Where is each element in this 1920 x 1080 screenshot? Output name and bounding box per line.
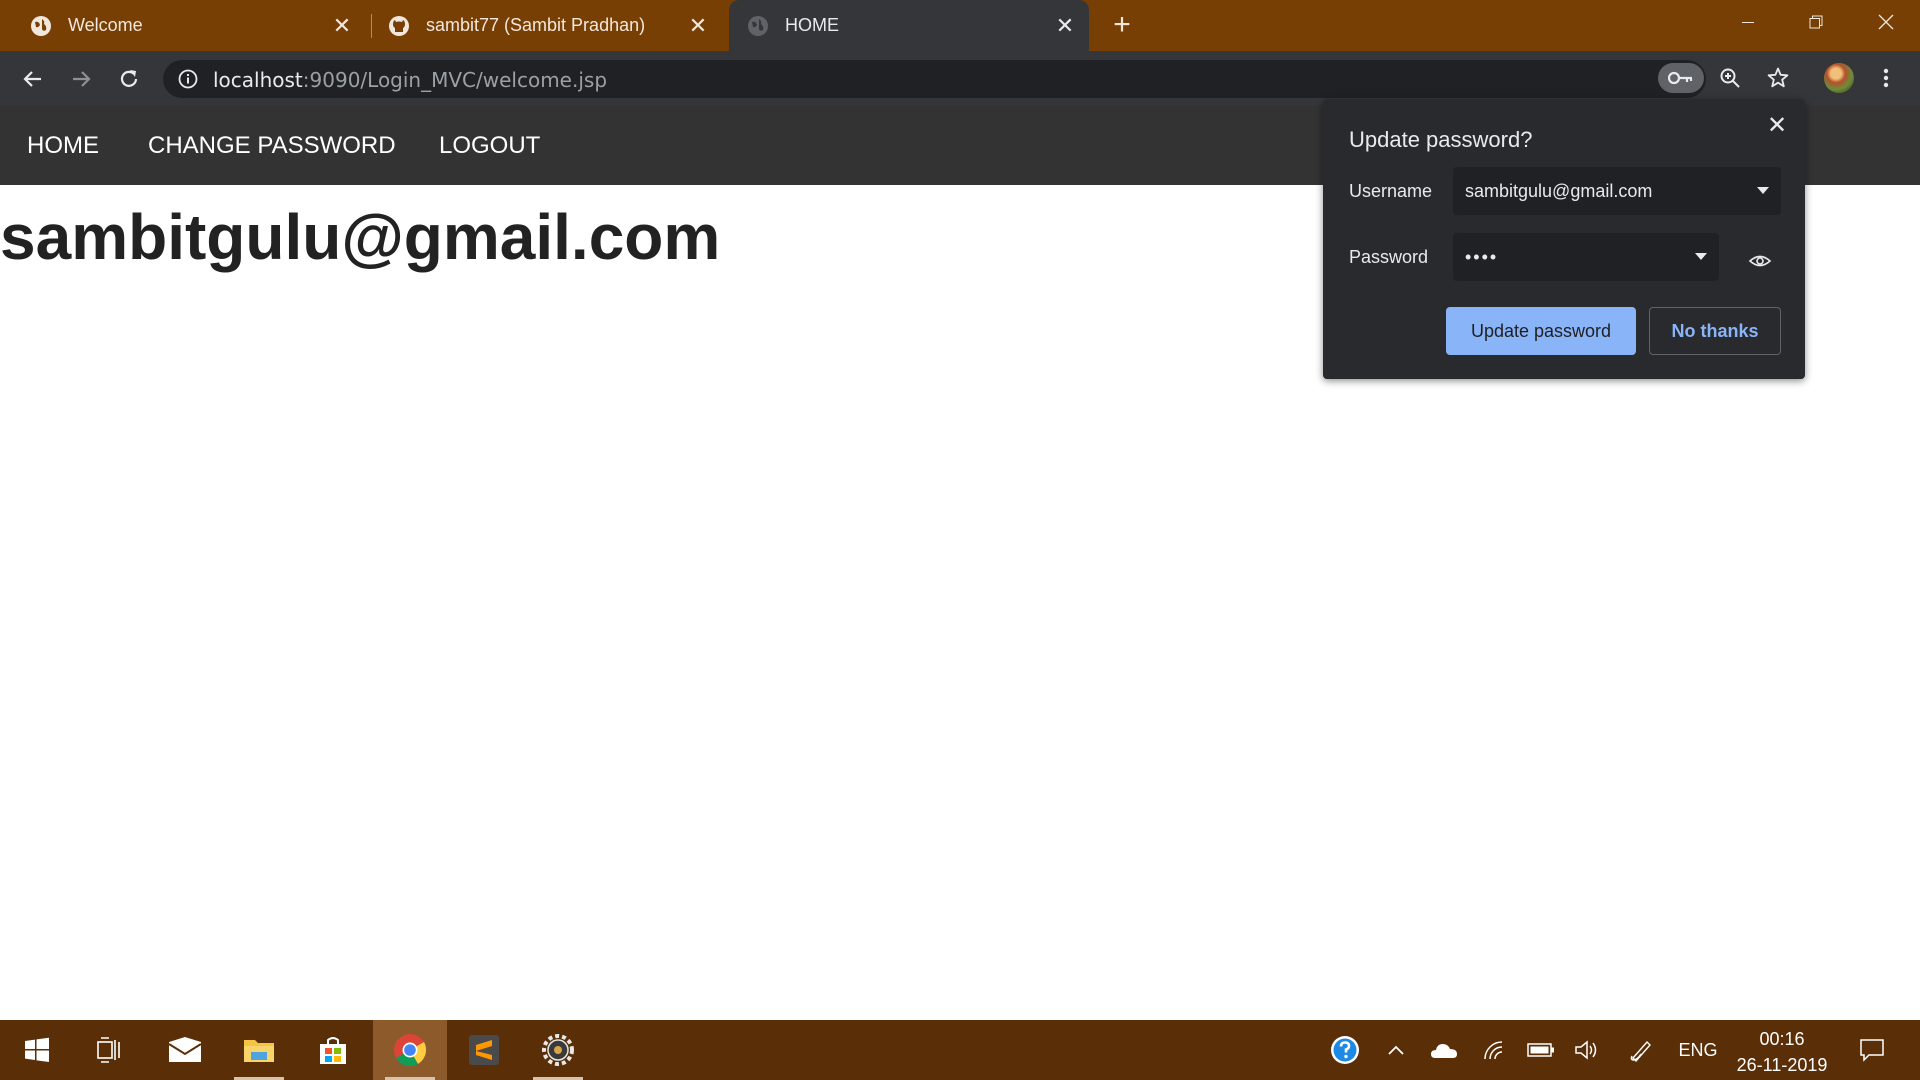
clock-date: 26-11-2019 xyxy=(1736,1055,1828,1075)
window-close-icon[interactable] xyxy=(1852,0,1920,44)
password-select[interactable]: •••• xyxy=(1453,233,1719,281)
volume-icon[interactable] xyxy=(1566,1020,1610,1080)
key-icon[interactable] xyxy=(1658,63,1704,93)
nav-change-password-link[interactable]: CHANGE PASSWORD xyxy=(148,132,396,160)
start-windows-icon[interactable] xyxy=(0,1020,74,1080)
username-value: sambitgulu@gmail.com xyxy=(1465,181,1653,201)
dialog-title: Update password? xyxy=(1349,127,1533,152)
password-value: •••• xyxy=(1465,247,1499,267)
help-question-icon[interactable] xyxy=(1322,1020,1368,1080)
restore-icon[interactable] xyxy=(1782,0,1850,44)
forward-arrow-icon[interactable] xyxy=(64,62,98,96)
url-host: localhost xyxy=(213,68,303,92)
chrome-icon[interactable] xyxy=(373,1020,447,1080)
settings-gear-icon[interactable] xyxy=(521,1020,595,1080)
url-text: localhost:9090/Login_MVC/welcome.jsp xyxy=(213,68,607,92)
tab-github[interactable]: sambit77 (Sambit Pradhan) ✕ xyxy=(358,0,722,51)
chevron-down-icon xyxy=(1695,253,1707,260)
menu-kebab-icon[interactable] xyxy=(1870,62,1902,94)
site-info-icon[interactable] xyxy=(178,69,198,89)
tab-welcome[interactable]: Welcome ✕ xyxy=(0,0,366,51)
system-clock[interactable]: 00:16 26-11-2019 xyxy=(1730,1026,1834,1078)
bookmark-star-icon[interactable] xyxy=(1762,62,1794,94)
tab-close-icon[interactable]: ✕ xyxy=(1053,13,1077,38)
user-email-heading: sambitgulu@gmail.com xyxy=(0,201,721,273)
url-path: :9090/Login_MVC/welcome.jsp xyxy=(302,68,608,92)
nav-home-link[interactable]: HOME xyxy=(27,132,99,160)
password-label: Password xyxy=(1349,247,1429,267)
battery-icon[interactable] xyxy=(1520,1020,1562,1080)
tab-title: sambit77 (Sambit Pradhan) xyxy=(426,15,646,35)
wifi-icon[interactable] xyxy=(1474,1020,1514,1080)
tab-title: Welcome xyxy=(68,15,143,35)
browser-toolbar: localhost:9090/Login_MVC/welcome.jsp xyxy=(0,51,1920,106)
username-select[interactable]: sambitgulu@gmail.com xyxy=(1453,167,1781,215)
sublime-text-icon[interactable] xyxy=(447,1020,521,1080)
pen-ink-icon[interactable] xyxy=(1620,1020,1664,1080)
nav-logout-link[interactable]: LOGOUT xyxy=(439,132,540,160)
github-icon xyxy=(388,15,410,37)
windows-taskbar: ENG 00:16 26-11-2019 xyxy=(0,1020,1920,1080)
tab-close-icon[interactable]: ✕ xyxy=(686,13,710,38)
tab-home[interactable]: HOME ✕ xyxy=(729,0,1089,51)
update-password-dialog: Update password? ✕ Username sambitgulu@g… xyxy=(1323,99,1805,379)
username-label: Username xyxy=(1349,181,1433,201)
minimize-icon[interactable] xyxy=(1714,0,1782,44)
store-icon[interactable] xyxy=(296,1020,370,1080)
mail-icon[interactable] xyxy=(148,1020,222,1080)
zoom-icon[interactable] xyxy=(1714,62,1746,94)
back-arrow-icon[interactable] xyxy=(16,62,50,96)
browser-title-bar: Welcome ✕ sambit77 (Sambit Pradhan) ✕ HO… xyxy=(0,0,1920,51)
clock-time: 00:16 xyxy=(1759,1029,1805,1049)
no-thanks-button[interactable]: No thanks xyxy=(1649,307,1781,355)
globe-icon xyxy=(747,15,769,37)
task-view-icon[interactable] xyxy=(72,1020,146,1080)
language-indicator[interactable]: ENG xyxy=(1672,1020,1724,1080)
onedrive-cloud-icon[interactable] xyxy=(1422,1020,1466,1080)
update-password-button[interactable]: Update password xyxy=(1446,307,1636,355)
notifications-icon[interactable] xyxy=(1850,1020,1894,1080)
profile-avatar[interactable] xyxy=(1824,63,1854,93)
file-explorer-icon[interactable] xyxy=(222,1020,296,1080)
chevron-up-icon[interactable] xyxy=(1376,1020,1416,1080)
dialog-close-icon[interactable]: ✕ xyxy=(1763,111,1791,139)
show-password-eye-icon[interactable] xyxy=(1745,249,1775,273)
tab-title: HOME xyxy=(785,15,839,35)
tab-close-icon[interactable]: ✕ xyxy=(330,13,354,38)
address-bar[interactable]: localhost:9090/Login_MVC/welcome.jsp xyxy=(163,60,1706,98)
new-tab-plus-icon[interactable]: + xyxy=(1108,8,1136,41)
chevron-down-icon xyxy=(1757,187,1769,194)
globe-icon xyxy=(30,15,52,37)
reload-icon[interactable] xyxy=(112,62,146,96)
